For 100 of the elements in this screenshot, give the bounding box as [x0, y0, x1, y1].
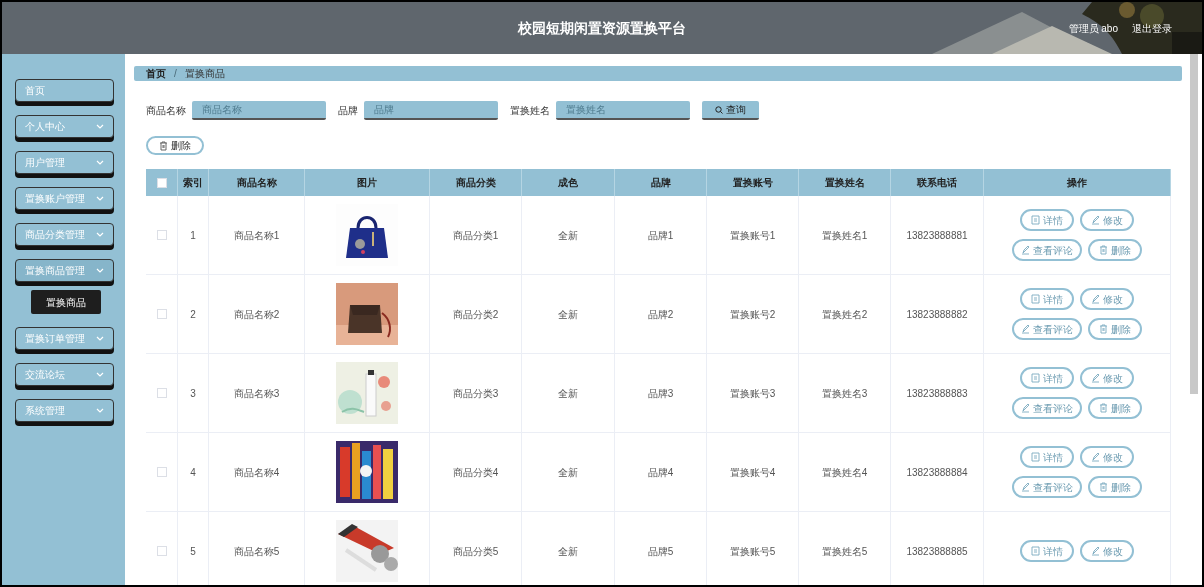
site-title: 校园短期闲置资源置换平台: [518, 18, 686, 38]
scrollbar[interactable]: [1190, 54, 1198, 394]
action-button[interactable]: 查看评论: [1012, 397, 1082, 419]
table-cell-text: 13823888882: [906, 307, 968, 322]
row-checkbox[interactable]: [156, 230, 167, 240]
table-cell-text: 商品名称4: [233, 465, 280, 480]
action-button[interactable]: 详情: [1020, 446, 1074, 468]
table-cell-text: 置换账号4: [729, 465, 776, 480]
action-button[interactable]: 查看评论: [1012, 318, 1082, 340]
chevron-down-icon: [96, 159, 104, 166]
delete-button[interactable]: 删除: [146, 136, 204, 155]
table-cell-text: 商品名称5: [233, 544, 280, 559]
row-checkbox[interactable]: [156, 546, 167, 556]
column-header: 置换姓名: [824, 176, 865, 190]
pencil-icon: [1021, 482, 1030, 492]
table-cell-text: 商品分类5: [452, 544, 499, 559]
table-cell-text: 全新: [558, 386, 578, 401]
row-checkbox[interactable]: [156, 467, 167, 477]
chevron-down-icon: [96, 195, 104, 202]
trash-icon: [1099, 245, 1108, 255]
action-button[interactable]: 详情: [1020, 209, 1074, 231]
action-button[interactable]: 修改: [1080, 367, 1134, 389]
pencil-icon: [1091, 546, 1100, 556]
document-icon: [1031, 373, 1040, 383]
action-button[interactable]: 修改: [1080, 540, 1134, 562]
pencil-icon: [1091, 215, 1100, 225]
table-cell-text: 商品分类1: [452, 228, 499, 243]
column-header: 成色: [558, 176, 578, 190]
table-cell-text: 品牌3: [647, 386, 674, 401]
document-icon: [1031, 546, 1040, 556]
table-cell-text: 置换姓名5: [821, 544, 868, 559]
action-button[interactable]: 修改: [1080, 288, 1134, 310]
action-button[interactable]: 修改: [1080, 446, 1134, 468]
table-cell-text: 商品名称1: [233, 228, 280, 243]
table-cell-text: 商品分类3: [452, 386, 499, 401]
action-button[interactable]: 查看评论: [1012, 239, 1082, 261]
pencil-icon: [1091, 294, 1100, 304]
breadcrumb-link[interactable]: 首页: [146, 66, 166, 81]
table-cell-text: 置换姓名2: [821, 307, 868, 322]
table-cell-text: 商品分类2: [452, 307, 499, 322]
action-button[interactable]: 删除: [1088, 397, 1142, 419]
pencil-icon: [1021, 403, 1030, 413]
action-button[interactable]: 详情: [1020, 288, 1074, 310]
table-cell-text: 13823888885: [906, 544, 968, 559]
trash-icon: [1099, 403, 1108, 413]
table-cell-text: 置换账号3: [729, 386, 776, 401]
table-cell-text: 全新: [558, 465, 578, 480]
column-header: 置换账号: [732, 176, 773, 190]
trash-icon: [1099, 482, 1108, 492]
field-label: 置换姓名: [510, 104, 550, 118]
table-cell-text: 品牌1: [647, 228, 674, 243]
action-button[interactable]: 删除: [1088, 318, 1142, 340]
table-cell-text: 品牌5: [647, 544, 674, 559]
breadcrumb-link[interactable]: 置换商品: [184, 66, 225, 81]
row-checkbox[interactable]: [156, 388, 167, 398]
action-button[interactable]: 删除: [1088, 239, 1142, 261]
trash-icon: [1099, 324, 1108, 334]
pencil-icon: [1091, 452, 1100, 462]
table-cell-text: 商品名称3: [233, 386, 280, 401]
search-icon: [715, 105, 723, 114]
table-cell-text: 4: [190, 465, 196, 480]
search-button[interactable]: 查询: [702, 101, 759, 120]
table-cell-text: 置换姓名4: [821, 465, 868, 480]
pencil-icon: [1021, 245, 1030, 255]
breadcrumb-separator: /: [174, 67, 177, 81]
document-icon: [1031, 215, 1040, 225]
pencil-icon: [1091, 373, 1100, 383]
column-header: 商品名称: [236, 176, 277, 190]
table-cell-text: 1: [190, 228, 196, 243]
select-all-checkbox[interactable]: [156, 177, 167, 188]
chevron-down-icon: [96, 335, 104, 342]
table-cell-text: 置换账号1: [729, 228, 776, 243]
action-button[interactable]: 查看评论: [1012, 476, 1082, 498]
action-button[interactable]: 删除: [1088, 476, 1142, 498]
pencil-icon: [1021, 324, 1030, 334]
chevron-down-icon: [96, 267, 104, 274]
action-button[interactable]: 详情: [1020, 367, 1074, 389]
action-button[interactable]: 详情: [1020, 540, 1074, 562]
submenu-item[interactable]: 置换商品: [31, 290, 101, 314]
logout-link[interactable]: 退出登录: [1132, 21, 1172, 36]
table-cell-text: 13823888884: [906, 465, 968, 480]
column-header: 品牌: [650, 176, 671, 190]
table-cell-text: 13823888883: [906, 386, 968, 401]
table-cell-text: 置换姓名1: [821, 228, 868, 243]
action-button[interactable]: 修改: [1080, 209, 1134, 231]
table-cell-text: 全新: [558, 307, 578, 322]
table-cell-text: 全新: [558, 544, 578, 559]
table-cell-text: 置换姓名3: [821, 386, 868, 401]
table-cell-text: 2: [190, 307, 196, 322]
table-cell-text: 置换账号5: [729, 544, 776, 559]
table-cell-text: 3: [190, 386, 196, 401]
row-checkbox[interactable]: [156, 309, 167, 319]
column-header: 商品分类: [455, 176, 496, 190]
column-header: 索引: [183, 176, 203, 190]
column-header: 操作: [1067, 176, 1087, 190]
admin-name: 管理员 abo: [1068, 22, 1118, 36]
table-cell-text: 商品分类4: [452, 465, 499, 480]
chevron-down-icon: [96, 407, 104, 414]
document-icon: [1031, 294, 1040, 304]
chevron-down-icon: [96, 371, 104, 378]
